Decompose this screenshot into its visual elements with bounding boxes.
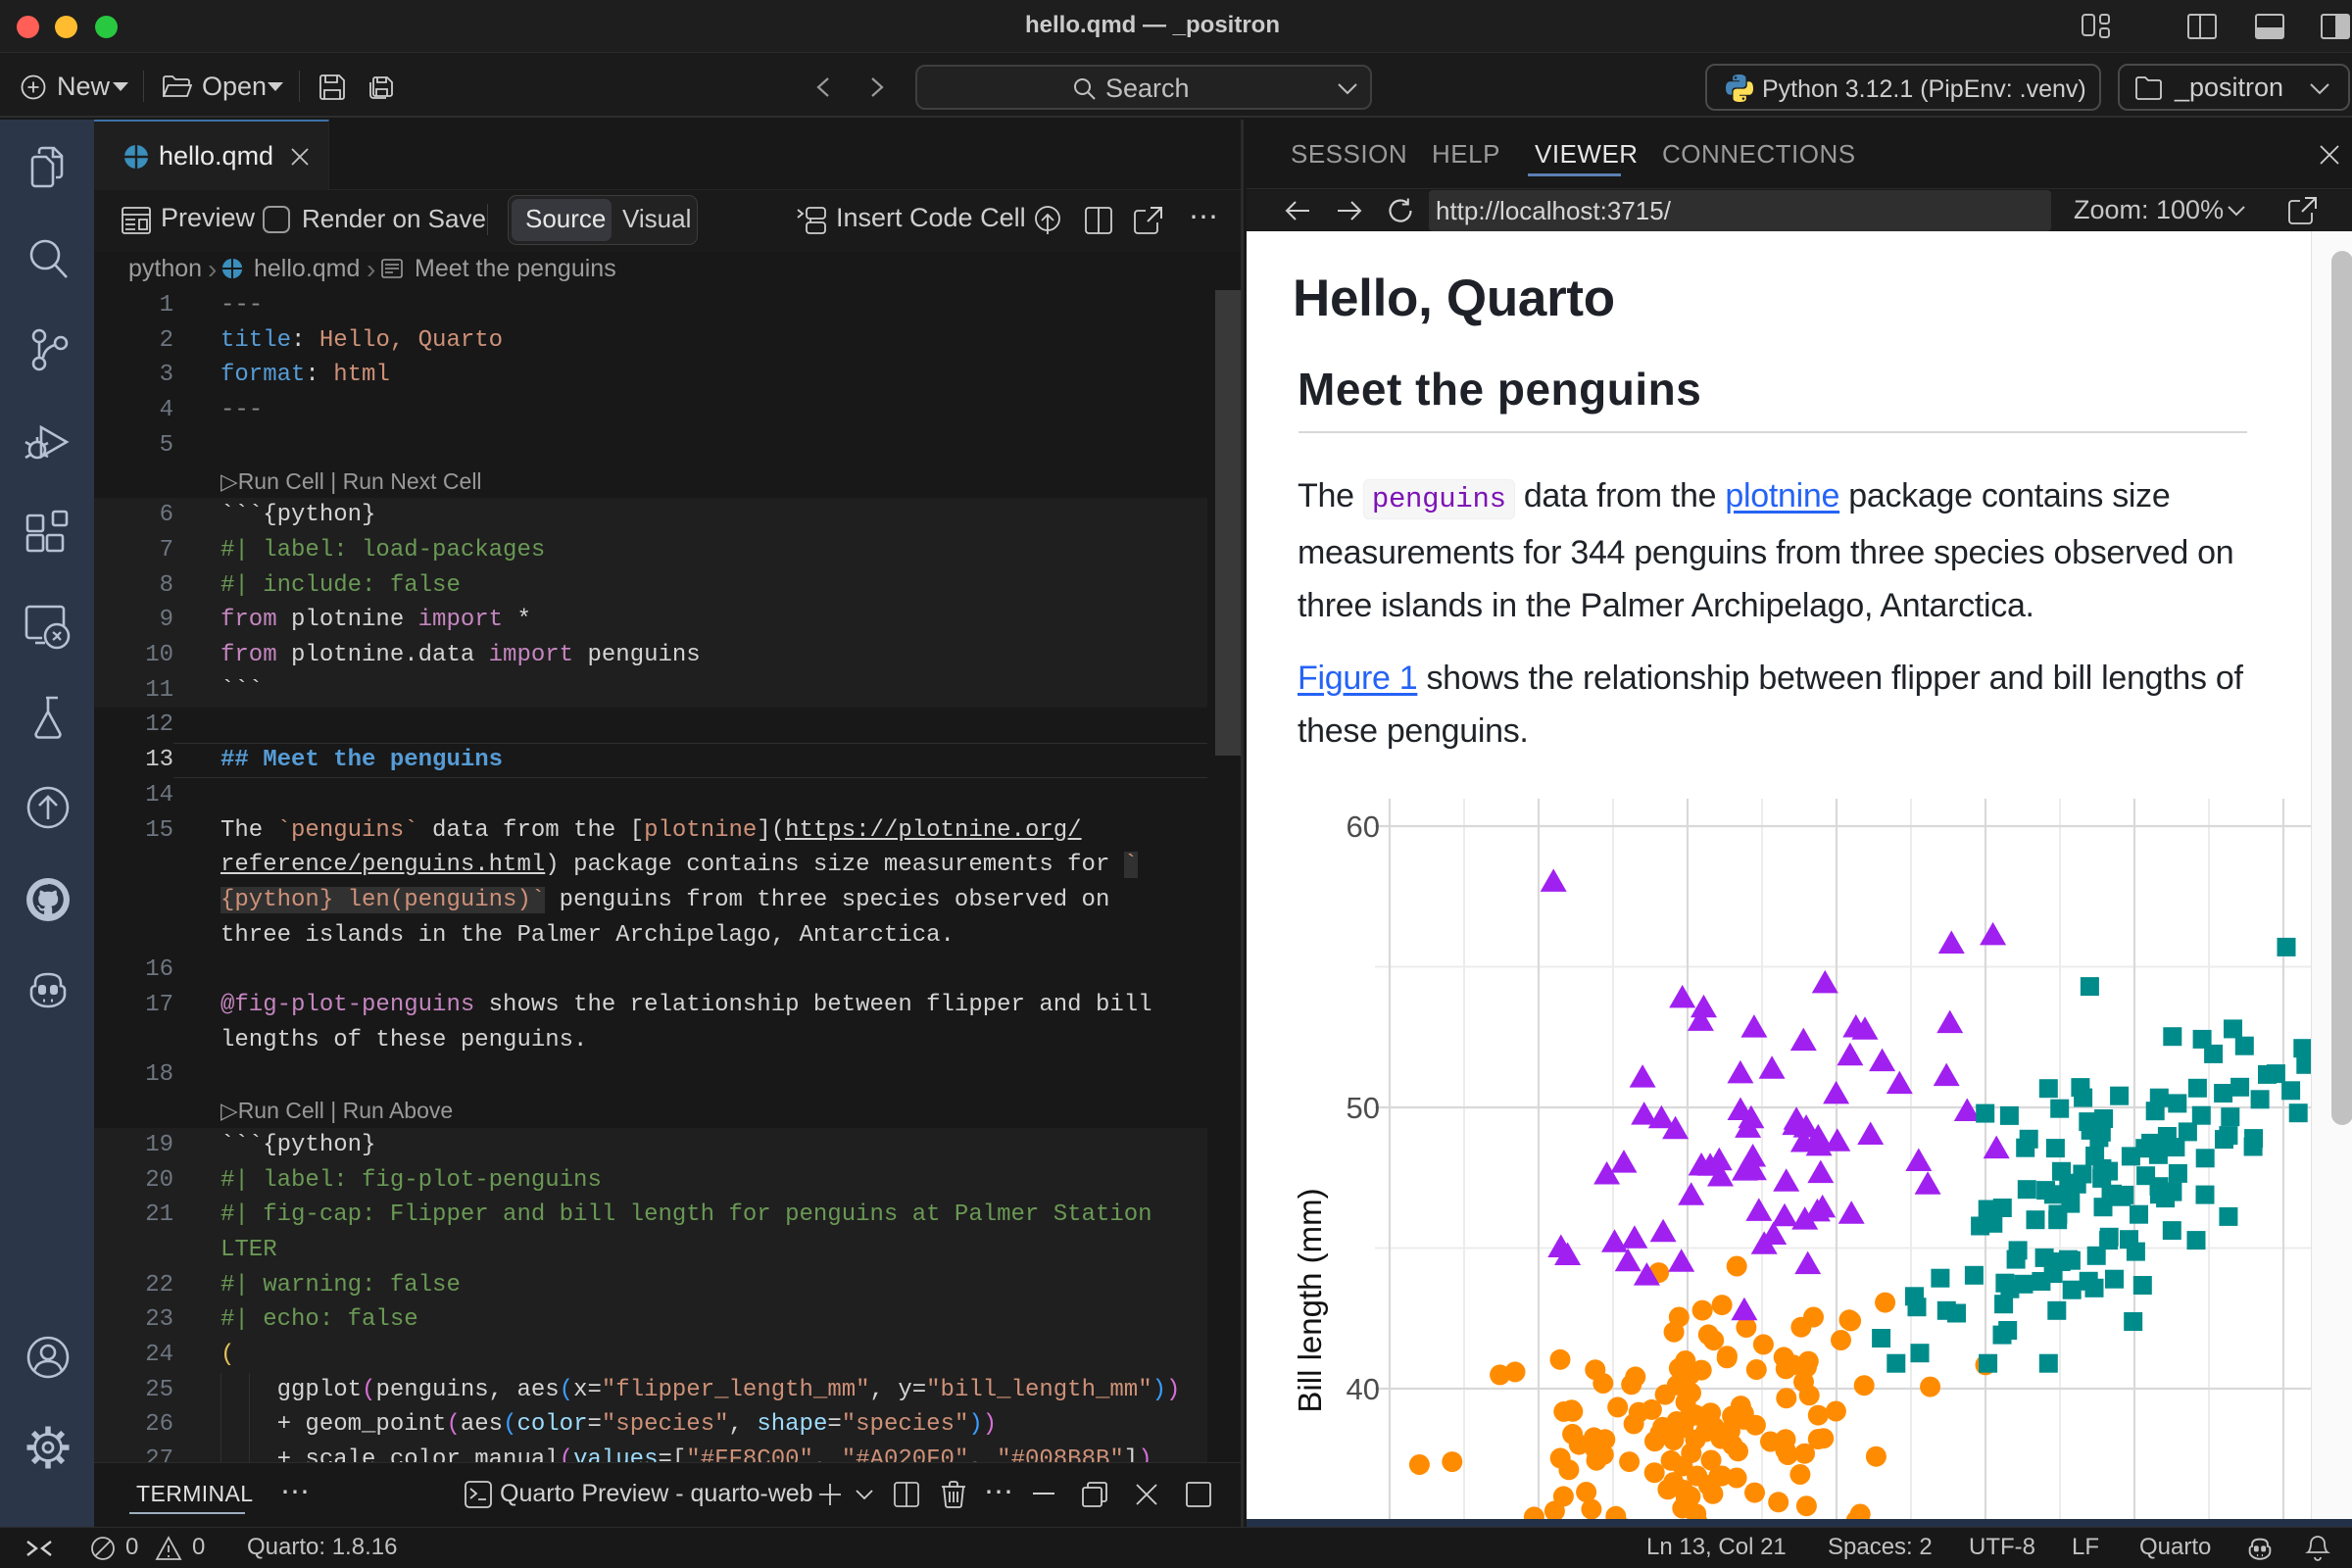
svg-text:Bill length (mm): Bill length (mm) bbox=[1292, 1188, 1328, 1412]
svg-text:60: 60 bbox=[1347, 809, 1380, 844]
svg-text:40: 40 bbox=[1347, 1372, 1380, 1406]
svg-text:50: 50 bbox=[1347, 1091, 1380, 1125]
